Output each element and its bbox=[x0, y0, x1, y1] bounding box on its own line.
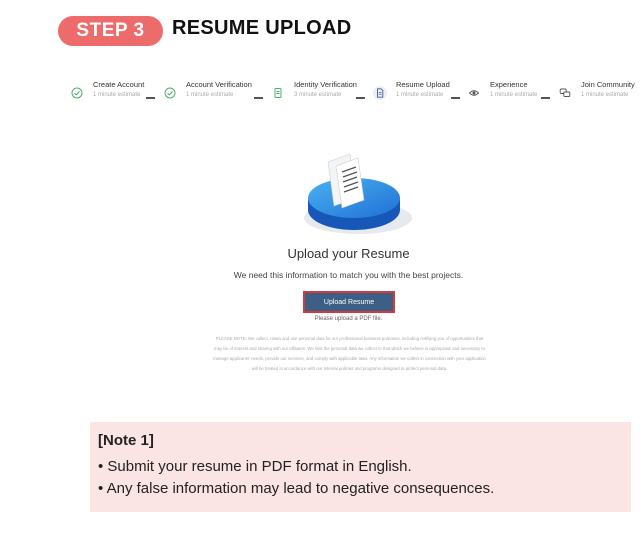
stepper-connector bbox=[356, 97, 365, 99]
upload-subtext: We need this information to match you wi… bbox=[233, 270, 464, 280]
stepper-estimate: 1 minute estimate bbox=[93, 92, 141, 98]
upload-hint: Please upload a PDF file. bbox=[314, 316, 383, 322]
note-title: [Note 1] bbox=[98, 432, 154, 449]
eye-icon bbox=[467, 86, 481, 100]
note-item: • Any false information may lead to nega… bbox=[98, 480, 495, 497]
stepper-item-experience: Experience 1 minute estimate bbox=[467, 80, 537, 100]
stepper-connector bbox=[541, 97, 550, 99]
resume-upload-illustration bbox=[304, 153, 412, 234]
stepper-item-identity-verification: Identity Verification 3 minute estimate bbox=[271, 80, 357, 100]
stepper-item-resume-upload: Resume Upload 1 minute estimate bbox=[373, 80, 450, 100]
stepper-label: Account Verification bbox=[186, 80, 252, 89]
stepper-label: Identity Verification bbox=[294, 80, 357, 89]
chat-bubbles-icon bbox=[558, 86, 572, 100]
stepper-estimate: 1 minute estimate bbox=[396, 92, 444, 98]
stepper-estimate: 1 minute estimate bbox=[490, 92, 538, 98]
stepper-item-create-account: Create Account 1 minute estimate bbox=[70, 80, 144, 100]
check-circle-icon bbox=[163, 86, 177, 100]
stepper-label: Create Account bbox=[93, 80, 145, 89]
stepper-label: Join Community bbox=[581, 80, 635, 89]
stepper-estimate: 1 minute estimate bbox=[581, 92, 629, 98]
note-box: [Note 1] • Submit your resume in PDF for… bbox=[90, 422, 631, 512]
upload-resume-button[interactable]: Upload Resume bbox=[303, 291, 395, 313]
app-screenshot: Create Account 1 minute estimate Account… bbox=[62, 72, 635, 407]
stepper-connector bbox=[451, 97, 460, 99]
check-circle-icon bbox=[70, 86, 84, 100]
note-item: • Submit your resume in PDF format in En… bbox=[98, 458, 412, 475]
progress-stepper: Create Account 1 minute estimate Account… bbox=[62, 80, 635, 110]
stepper-estimate: 1 minute estimate bbox=[186, 92, 234, 98]
stepper-item-join-community: Join Community 1 minute estimate bbox=[558, 80, 635, 100]
stepper-connector bbox=[146, 97, 155, 99]
privacy-notice: PLEASE NOTE: We collect, retain and use … bbox=[213, 336, 486, 371]
stepper-estimate: 3 minute estimate bbox=[294, 92, 342, 98]
stepper-label: Experience bbox=[490, 80, 528, 89]
step-badge: STEP 3 bbox=[58, 16, 163, 46]
page-title: RESUME UPLOAD bbox=[172, 17, 352, 39]
stepper-label: Resume Upload bbox=[396, 80, 450, 89]
upload-heading: Upload your Resume bbox=[287, 246, 410, 261]
stepper-connector bbox=[254, 97, 263, 99]
stepper-item-account-verification: Account Verification 1 minute estimate bbox=[163, 80, 252, 100]
document-icon bbox=[373, 86, 387, 100]
id-card-icon bbox=[271, 86, 285, 100]
